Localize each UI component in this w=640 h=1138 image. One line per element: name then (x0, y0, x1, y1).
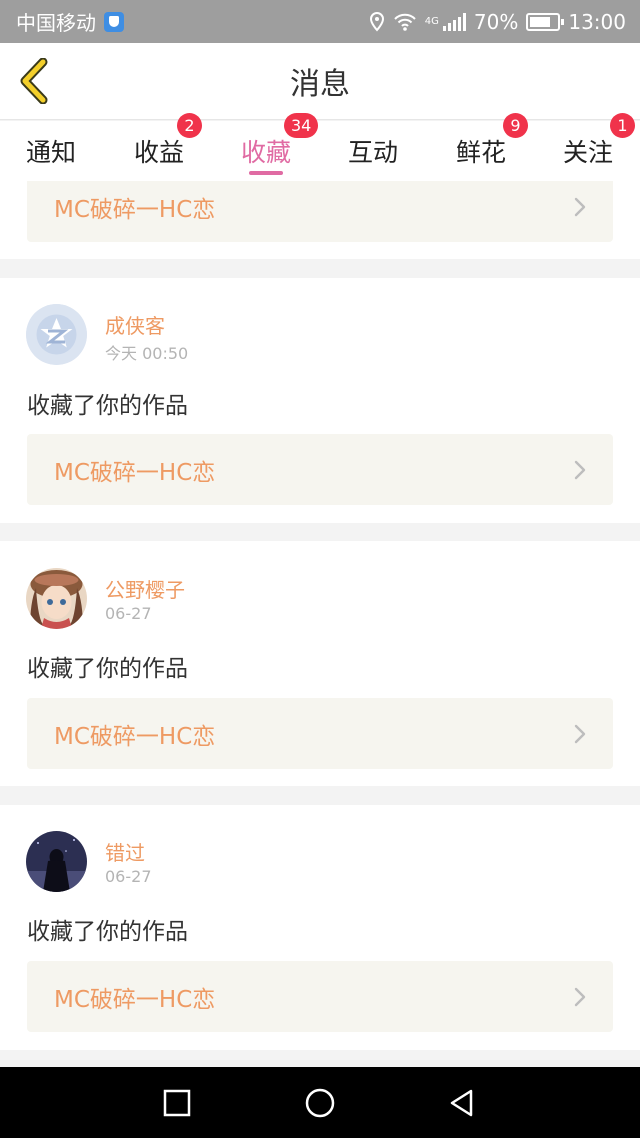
unread-badge: 9 (503, 113, 528, 138)
work-link[interactable]: MC破碎一HC恋 (27, 961, 613, 1032)
work-title: MC破碎一HC恋 (54, 723, 216, 750)
tab-interactions[interactable]: 互动 (333, 121, 413, 181)
home-icon[interactable] (304, 1087, 336, 1119)
chevron-left-icon (20, 58, 48, 104)
carrier-name: 中国移动 (16, 11, 96, 35)
unread-badge: 1 (610, 113, 635, 138)
work-title: MC破碎一HC恋 (54, 196, 216, 223)
anime-girl-avatar-icon (26, 568, 87, 629)
message-card: 成侠客 今天 00:50 收藏了你的作品 MC破碎一HC恋 (0, 278, 640, 523)
timestamp: 今天 00:50 (105, 344, 189, 363)
tab-earnings[interactable]: 收益 2 (119, 113, 202, 181)
status-bar: 中国移动 4G 70% 13:00 (0, 0, 640, 43)
work-title: MC破碎一HC恋 (54, 459, 216, 486)
work-link[interactable]: MC破碎一HC恋 (27, 434, 613, 505)
work-link[interactable]: MC破碎一HC恋 (27, 181, 613, 242)
tab-label: 通知 (25, 138, 76, 167)
chevron-right-icon (574, 724, 586, 743)
tab-label: 收藏 (240, 138, 291, 167)
message-card: MC破碎一HC恋 (0, 181, 640, 259)
work-link[interactable]: MC破碎一HC恋 (27, 698, 613, 769)
unread-badge: 2 (177, 113, 202, 138)
location-icon (369, 11, 384, 31)
recent-apps-icon[interactable] (161, 1087, 193, 1119)
clock: 13:00 (568, 9, 626, 34)
active-tab-indicator (249, 171, 283, 175)
tab-favorites[interactable]: 收藏 34 (226, 113, 319, 181)
system-nav-bar (0, 1067, 640, 1138)
chevron-right-icon (574, 460, 586, 479)
avatar[interactable] (26, 568, 87, 629)
username[interactable]: 错过 (105, 837, 145, 866)
timestamp: 06-27 (105, 867, 152, 886)
signal-strength-icon (442, 12, 466, 31)
tab-label: 关注 (562, 138, 613, 167)
action-text: 收藏了你的作品 (27, 919, 188, 945)
nav-bar: 消息 (0, 43, 640, 120)
avatar[interactable] (26, 304, 87, 365)
network-type: 4G (424, 15, 439, 27)
back-button[interactable] (14, 57, 54, 105)
battery-icon (526, 12, 565, 31)
username[interactable]: 公野樱子 (105, 574, 185, 603)
action-text: 收藏了你的作品 (27, 393, 188, 419)
message-card: 错过 06-27 收藏了你的作品 MC破碎一HC恋 (0, 805, 640, 1050)
tab-label: 互动 (347, 138, 398, 167)
action-text: 收藏了你的作品 (27, 656, 188, 682)
page-title: 消息 (290, 67, 350, 102)
chevron-right-icon (574, 197, 586, 216)
tab-bar: 通知 收益 2 收藏 34 互动 鲜花 9 关注 1 (0, 113, 640, 181)
avatar[interactable] (26, 831, 87, 892)
wifi-icon (394, 13, 416, 31)
tab-label: 收益 (133, 138, 184, 167)
security-shield-icon (104, 11, 124, 32)
chevron-right-icon (574, 987, 586, 1006)
message-card: 公野樱子 06-27 收藏了你的作品 MC破碎一HC恋 (0, 541, 640, 786)
timestamp: 06-27 (105, 604, 152, 623)
username[interactable]: 成侠客 (105, 310, 165, 339)
tab-notifications[interactable]: 通知 (11, 121, 91, 181)
tab-label: 鲜花 (455, 138, 506, 167)
tab-follows[interactable]: 关注 1 (548, 113, 635, 181)
work-title: MC破碎一HC恋 (54, 986, 216, 1013)
tab-flowers[interactable]: 鲜花 9 (441, 113, 528, 181)
battery-percent: 70% (473, 9, 519, 34)
default-qq-avatar-icon (26, 304, 87, 365)
back-nav-icon[interactable] (446, 1087, 478, 1119)
unread-badge: 34 (284, 113, 319, 138)
night-silhouette-avatar-icon (26, 831, 87, 892)
message-list[interactable]: MC破碎一HC恋 成侠客 今天 00:50 收藏了你的作品 MC破碎一HC恋 公… (0, 181, 640, 1067)
